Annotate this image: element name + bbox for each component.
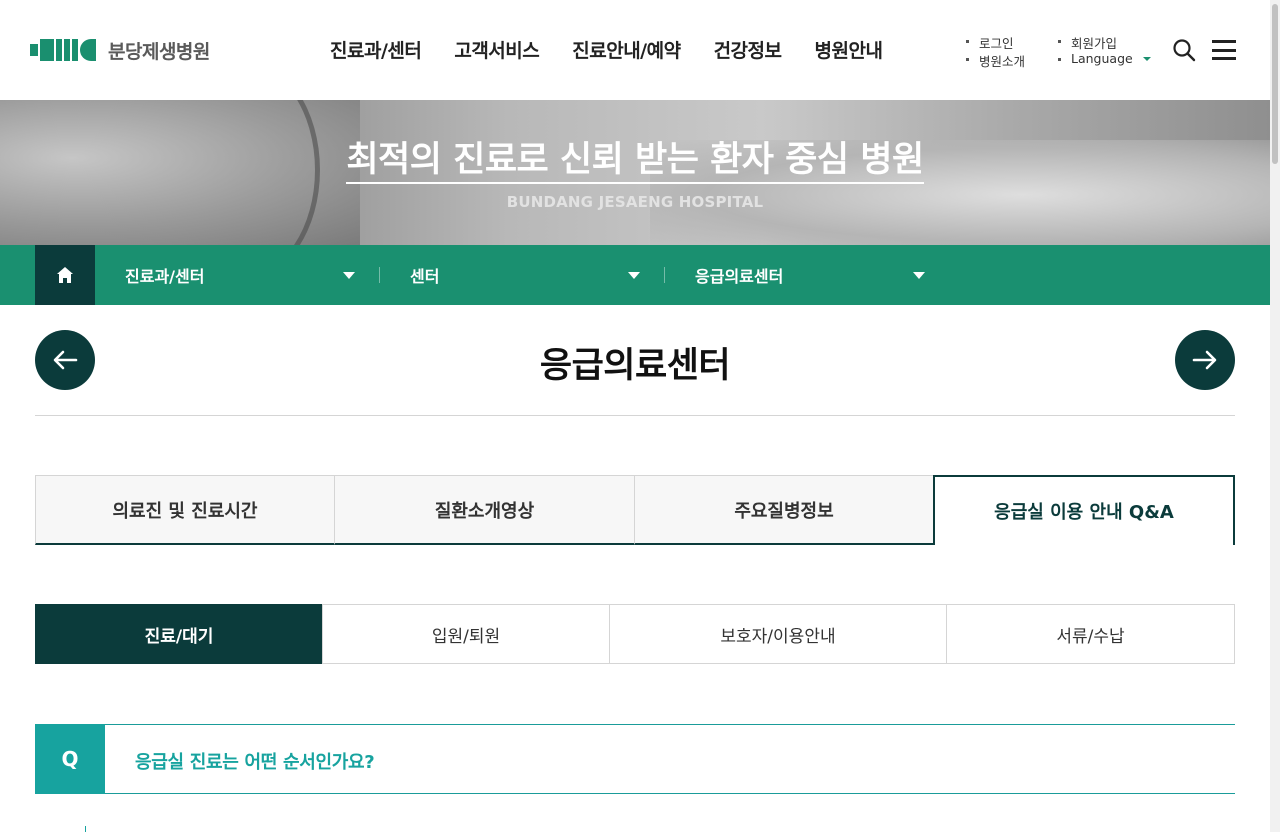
tab-disease-videos[interactable]: 질환소개영상 (334, 475, 635, 545)
site-header: 분당제생병원 진료과/센터 고객서비스 진료안내/예약 건강정보 병원안내 로그… (0, 0, 1270, 100)
utility-links: 로그인 회원가입 병원소개 Language (966, 33, 1166, 73)
next-page-button[interactable] (1175, 330, 1235, 390)
location-dropdown-1[interactable]: 진료과/센터 (125, 245, 355, 305)
page: 분당제생병원 진료과/센터 고객서비스 진료안내/예약 건강정보 병원안내 로그… (0, 0, 1270, 832)
hero-banner: 최적의 진료로 신뢰 받는 환자 중심 병원 BUNDANG JESAENG H… (0, 100, 1270, 245)
nav-departments[interactable]: 진료과/센터 (330, 36, 422, 63)
language-select[interactable]: Language (1058, 51, 1133, 66)
chevron-down-icon (913, 272, 925, 279)
chevron-down-icon (628, 272, 640, 279)
content-tabs: 의료진 및 진료시간 질환소개영상 주요질병정보 응급실 이용 안내 Q&A (35, 475, 1235, 545)
page-title: 응급의료센터 (539, 346, 731, 386)
hamburger-icon (1212, 40, 1236, 43)
nav-hospital-info[interactable]: 병원안내 (815, 36, 883, 63)
home-icon (57, 267, 73, 283)
about-link[interactable]: 병원소개 (966, 51, 1025, 70)
subtab-treatment-waiting[interactable]: 진료/대기 (35, 604, 323, 664)
question-marker: Q (35, 724, 105, 794)
nav-health-info[interactable]: 건강정보 (714, 36, 782, 63)
question-text: 응급실 진료는 어떤 순서인가요? (135, 752, 375, 773)
tab-er-qa[interactable]: 응급실 이용 안내 Q&A (933, 475, 1235, 545)
hero-title: 최적의 진료로 신뢰 받는 환자 중심 병원 (0, 138, 1270, 184)
login-link[interactable]: 로그인 (966, 33, 1014, 52)
join-link[interactable]: 회원가입 (1058, 33, 1117, 52)
hamburger-menu-button[interactable] (1212, 40, 1236, 60)
arrow-right-icon (1192, 350, 1217, 370)
hero-subtitle: BUNDANG JESAENG HOSPITAL (506, 193, 764, 211)
home-button[interactable] (35, 245, 95, 305)
chevron-down-icon (343, 272, 355, 279)
subtab-guardian-guide[interactable]: 보호자/이용안내 (609, 604, 947, 664)
language-caret-icon (1143, 57, 1151, 61)
subtab-documents-payment[interactable]: 서류/수납 (946, 604, 1235, 664)
dmc-logo-mark (30, 37, 98, 63)
search-button[interactable] (1172, 38, 1196, 62)
search-icon (1173, 39, 1196, 62)
tab-staff-hours[interactable]: 의료진 및 진료시간 (35, 475, 335, 545)
qa-item[interactable]: Q 응급실 진료는 어떤 순서인가요? (35, 724, 1235, 794)
location-dropdown-3[interactable]: 응급의료센터 (695, 245, 925, 305)
hospital-logo[interactable]: 분당제생병원 (30, 36, 210, 64)
nav-customer-service[interactable]: 고객서비스 (454, 36, 539, 63)
scrollbar-thumb[interactable] (1272, 4, 1278, 164)
location-dropdown-2[interactable]: 센터 (410, 245, 640, 305)
subtab-admission-discharge[interactable]: 입원/퇴원 (322, 604, 610, 664)
logo-name: 분당제생병원 (108, 40, 210, 63)
tab-disease-info[interactable]: 주요질병정보 (634, 475, 934, 545)
nav-guide-reservation[interactable]: 진료안내/예약 (572, 36, 681, 63)
page-scrollbar[interactable] (1270, 0, 1280, 832)
location-bar: 진료과/센터 센터 응급의료센터 (0, 245, 1270, 305)
title-divider (35, 415, 1235, 416)
qa-category-tabs: 진료/대기 입원/퇴원 보호자/이용안내 서류/수납 (35, 604, 1235, 664)
main-nav: 진료과/센터 고객서비스 진료안내/예약 건강정보 병원안내 (330, 36, 915, 63)
